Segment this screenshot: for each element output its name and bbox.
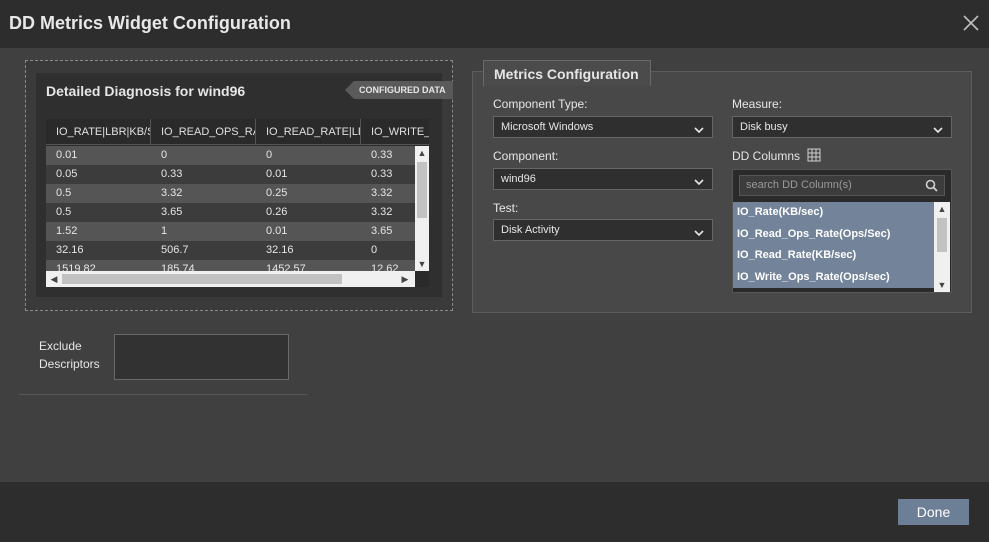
component-label: Component: <box>493 149 559 163</box>
test-label: Test: <box>493 201 519 215</box>
table-row: 32.16 506.7 32.16 0 <box>46 241 418 260</box>
component-select[interactable]: wind96 <box>493 168 713 190</box>
columns-grid-icon[interactable] <box>807 148 821 162</box>
component-type-select[interactable]: Microsoft Windows <box>493 116 713 138</box>
list-item[interactable]: IO_Read_Rate(KB/sec) <box>733 245 934 267</box>
preview-card-title: Detailed Diagnosis for wind96 <box>46 83 246 99</box>
test-select[interactable]: Disk Activity <box>493 219 713 241</box>
table-cell: 0 <box>371 244 378 256</box>
exclude-label-line: Exclude <box>39 339 82 353</box>
scroll-up-icon[interactable]: ▲ <box>416 147 428 159</box>
measure-value: Disk busy <box>740 121 788 133</box>
grid-header: IO_RATE|LBR|KB/SEC IO_READ_OPS_RATE IO_R… <box>46 119 429 145</box>
grid-column-header[interactable]: IO_READ_RATE|LBR <box>256 119 361 145</box>
list-item[interactable]: IO_Write_Ops_Rate(Ops/sec) <box>733 267 934 289</box>
table-cell: 0.33 <box>371 149 393 161</box>
table-cell: 0.26 <box>266 206 288 218</box>
table-row: 0.05 0.33 0.01 0.33 <box>46 165 418 184</box>
table-cell: 3.32 <box>371 187 393 199</box>
table-cell: 0.33 <box>161 168 183 180</box>
widget-preview-card: Detailed Diagnosis for wind96 CONFIGURED… <box>36 73 453 297</box>
measure-select[interactable]: Disk busy <box>732 116 952 138</box>
table-cell: 3.32 <box>371 206 393 218</box>
table-cell: 3.65 <box>371 225 393 237</box>
table-cell: 0.5 <box>56 187 72 199</box>
table-cell: 0.33 <box>371 168 393 180</box>
dialog-footer <box>0 482 989 542</box>
grid-horizontal-scrollbar[interactable]: ◀ ▶ <box>46 271 415 287</box>
chevron-down-icon <box>694 122 704 134</box>
chevron-down-icon <box>694 225 704 237</box>
list-item[interactable]: IO_Read_Ops_Rate(Ops/Sec) <box>733 224 934 246</box>
dialog-title: DD Metrics Widget Configuration <box>9 13 291 33</box>
table-cell: 0.01 <box>266 225 288 237</box>
grid-column-header[interactable]: IO_WRITE_OPS <box>361 119 429 145</box>
dd-columns-list: IO_Rate(KB/sec) IO_Read_Ops_Rate(Ops/Sec… <box>733 202 934 288</box>
scrollbar-thumb[interactable] <box>937 218 947 252</box>
chevron-down-icon <box>933 122 943 134</box>
close-icon[interactable] <box>961 13 981 33</box>
scroll-right-icon[interactable]: ▶ <box>399 273 411 285</box>
search-placeholder: search DD Column(s) <box>746 179 852 191</box>
exclude-descriptors-label: Exclude Descriptors <box>39 337 100 373</box>
divider <box>19 394 308 395</box>
scrollbar-thumb[interactable] <box>417 162 427 218</box>
table-row: 0.01 0 0 0.33 <box>46 146 418 165</box>
scroll-down-icon[interactable]: ▼ <box>416 258 428 270</box>
table-row: 0.5 3.65 0.26 3.32 <box>46 203 418 222</box>
table-cell: 185.74 <box>161 263 195 271</box>
table-cell: 1 <box>161 225 168 237</box>
table-cell: 0.5 <box>56 206 72 218</box>
dd-columns-label: DD Columns <box>732 149 801 163</box>
measure-label: Measure: <box>732 97 783 111</box>
scroll-left-icon[interactable]: ◀ <box>48 273 60 285</box>
exclude-descriptors-input[interactable] <box>114 334 289 380</box>
table-cell: 12.62 <box>371 263 399 271</box>
grid-column-header[interactable]: IO_RATE|LBR|KB/SEC <box>46 119 151 145</box>
table-cell: 1.52 <box>56 225 78 237</box>
done-button[interactable]: Done <box>898 499 969 525</box>
dd-data-grid: IO_RATE|LBR|KB/SEC IO_READ_OPS_RATE IO_R… <box>46 119 429 287</box>
configured-data-tag: CONFIGURED DATA <box>345 81 453 99</box>
table-cell: 1519.82 <box>56 263 96 271</box>
table-cell: 0.01 <box>56 149 78 161</box>
dialog-titlebar: DD Metrics Widget Configuration <box>0 0 989 48</box>
search-icon[interactable] <box>925 179 938 192</box>
table-cell: 32.16 <box>266 244 294 256</box>
table-cell: 3.65 <box>161 206 183 218</box>
scroll-down-icon[interactable]: ▼ <box>936 279 948 291</box>
dd-columns-box: search DD Column(s) IO_Rate(KB/sec) IO_R… <box>732 169 952 293</box>
component-value: wind96 <box>501 173 536 185</box>
dd-list-scrollbar[interactable]: ▲ ▼ <box>934 202 950 292</box>
test-value: Disk Activity <box>501 224 560 236</box>
table-cell: 0 <box>161 149 168 161</box>
scroll-up-icon[interactable]: ▲ <box>936 203 948 215</box>
table-cell: 0.25 <box>266 187 288 199</box>
chevron-down-icon <box>694 174 704 186</box>
table-cell: 32.16 <box>56 244 84 256</box>
table-row: 1519.82 185.74 1452.57 12.62 <box>46 260 418 271</box>
exclude-label-line: Descriptors <box>39 357 100 371</box>
table-row: 0.5 3.32 0.25 3.32 <box>46 184 418 203</box>
scrollbar-thumb[interactable] <box>62 274 342 284</box>
grid-column-header[interactable]: IO_READ_OPS_RATE <box>151 119 256 145</box>
table-cell: 0.01 <box>266 168 288 180</box>
dd-column-search-input[interactable]: search DD Column(s) <box>739 175 945 196</box>
grid-vertical-scrollbar[interactable]: ▲ ▼ <box>415 146 429 271</box>
table-cell: 1452.57 <box>266 263 306 271</box>
grid-body: 0.01 0 0 0.33 0.05 0.33 0.01 0.33 0.5 3.… <box>46 146 418 271</box>
list-item[interactable]: IO_Rate(KB/sec) <box>733 202 934 224</box>
table-cell: 506.7 <box>161 244 189 256</box>
component-type-value: Microsoft Windows <box>501 121 594 133</box>
component-type-label: Component Type: <box>493 97 588 111</box>
metrics-configuration-tab: Metrics Configuration <box>483 60 651 86</box>
table-cell: 3.32 <box>161 187 183 199</box>
table-row: 1.52 1 0.01 3.65 <box>46 222 418 241</box>
table-cell: 0.05 <box>56 168 78 180</box>
table-cell: 0 <box>266 149 273 161</box>
